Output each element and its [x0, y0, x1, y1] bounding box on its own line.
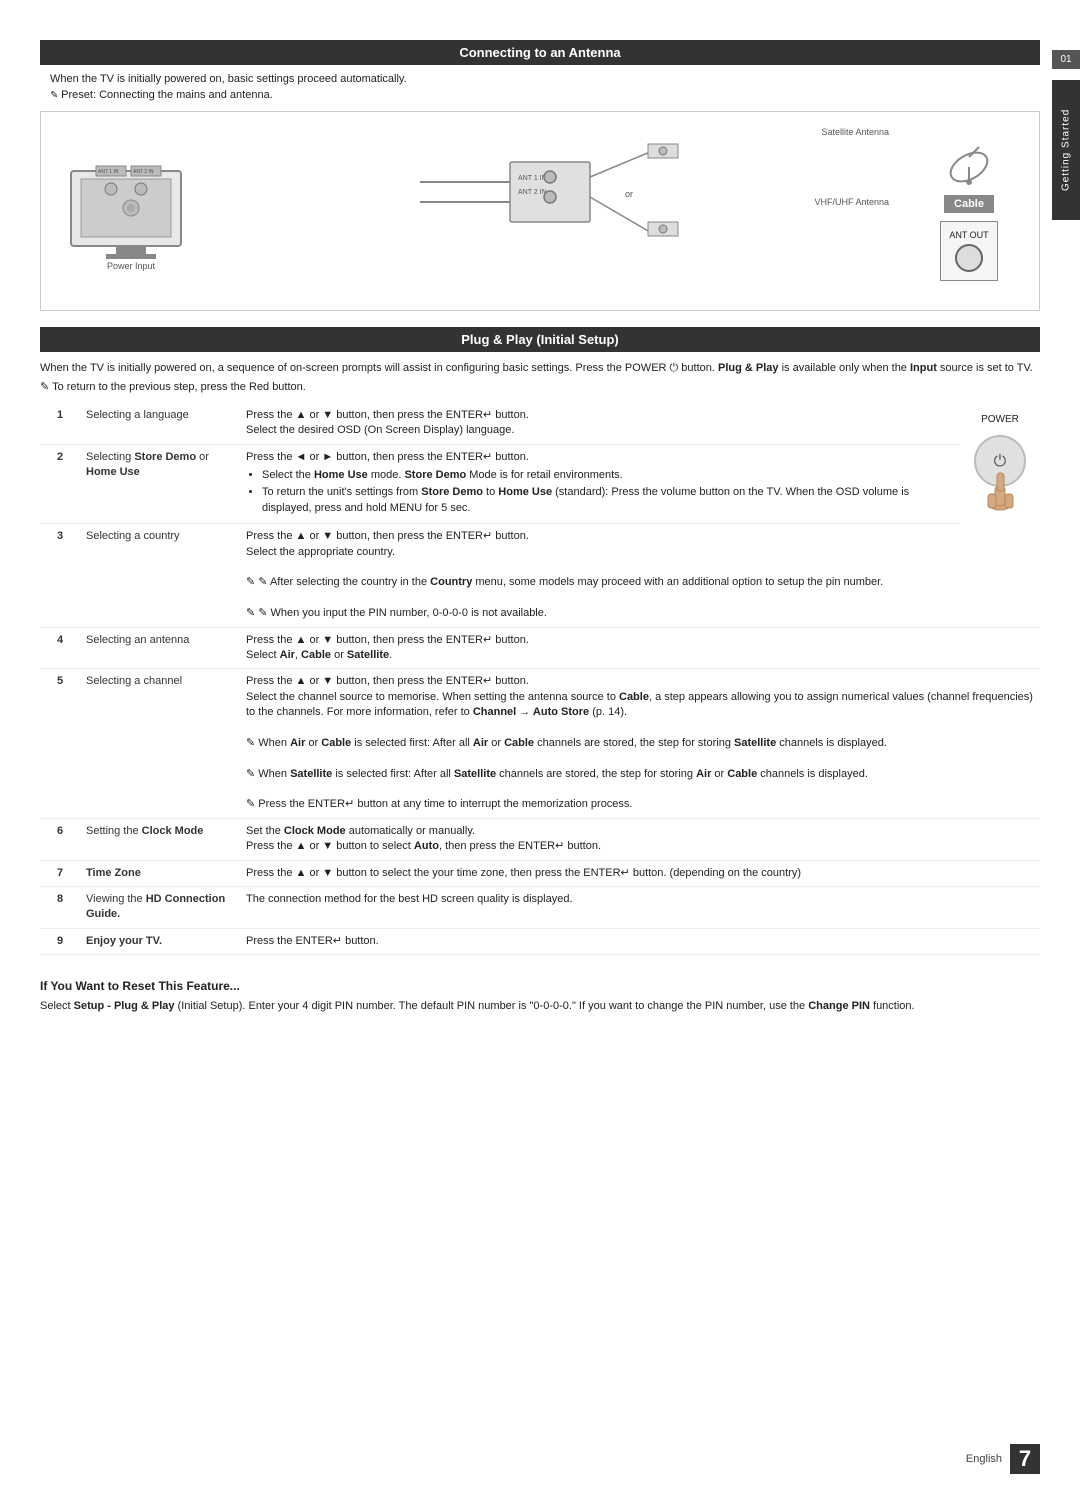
step-row-1: 1 Selecting a language Press the ▲ or ▼ …: [40, 403, 1040, 444]
step-desc-4: Press the ▲ or ▼ button, then press the …: [240, 627, 1040, 669]
step-num-4: 4: [40, 627, 80, 669]
step-row-3: 3 Selecting a country Press the ▲ or ▼ b…: [40, 524, 1040, 627]
steps-table: 1 Selecting a language Press the ▲ or ▼ …: [40, 403, 1040, 955]
step-num-2: 2: [40, 444, 80, 524]
ant-out-box: ANT OUT: [940, 221, 997, 281]
step-label-9: Enjoy your TV.: [80, 928, 240, 954]
antenna-diagram: ANT 1 IN ANT 2 IN Power Input ANT 1 IN A…: [40, 111, 1040, 311]
footer: English 7: [966, 1444, 1040, 1474]
power-input-label: Power Input: [107, 261, 155, 271]
step-label-5: Selecting a channel: [80, 669, 240, 819]
step-row-7: 7 Time Zone Press the ▲ or ▼ button to s…: [40, 860, 1040, 886]
svg-text:ANT 2 IN: ANT 2 IN: [133, 169, 154, 175]
svg-text:⏻: ⏻: [993, 453, 1006, 470]
power-label: POWER: [966, 413, 1034, 427]
step-num-6: 6: [40, 818, 80, 860]
step-label-4: Selecting an antenna: [80, 627, 240, 669]
reset-section: If You Want to Reset This Feature... Sel…: [40, 979, 1040, 1015]
plug-play-header: Plug & Play (Initial Setup): [40, 327, 1040, 352]
step-desc-5: Press the ▲ or ▼ button, then press the …: [240, 669, 1040, 819]
vhf-label: VHF/UHF Antenna: [814, 197, 889, 207]
svg-text:ANT 1 IN: ANT 1 IN: [98, 169, 119, 175]
footer-page: 7: [1010, 1444, 1040, 1474]
step-num-7: 7: [40, 860, 80, 886]
step-num-3: 3: [40, 524, 80, 627]
step-desc-7: Press the ▲ or ▼ button to select the yo…: [240, 860, 1040, 886]
step-desc-9: Press the ENTER↵ button.: [240, 928, 1040, 954]
plug-play-intro: When the TV is initially powered on, a s…: [40, 360, 1040, 377]
step-num-9: 9: [40, 928, 80, 954]
step-label-8: Viewing the HD Connection Guide.: [80, 887, 240, 929]
side-tab-number: 01: [1052, 50, 1080, 69]
step-desc-2: Press the ◄ or ► button, then press the …: [240, 444, 960, 524]
power-hand-cell: POWER ⏻: [960, 403, 1040, 627]
page-wrapper: Getting Started 01 Connecting to an Ante…: [0, 0, 1080, 1494]
step-row-5: 5 Selecting a channel Press the ▲ or ▼ b…: [40, 669, 1040, 819]
step-label-1: Selecting a language: [80, 403, 240, 444]
step-row-2: 2 Selecting Store Demo or Home Use Press…: [40, 444, 1040, 524]
wiring-area: ANT 1 IN ANT 2 IN or Satellite Antenna V…: [201, 122, 919, 300]
svg-text:ANT 1 IN: ANT 1 IN: [518, 175, 547, 182]
step-desc-1: Press the ▲ or ▼ button, then press the …: [240, 403, 960, 444]
step-row-9: 9 Enjoy your TV. Press the ENTER↵ button…: [40, 928, 1040, 954]
side-tab-label: Getting Started: [1052, 80, 1080, 220]
step-row-6: 6 Setting the Clock Mode Set the Clock M…: [40, 818, 1040, 860]
step-row-8: 8 Viewing the HD Connection Guide. The c…: [40, 887, 1040, 929]
ant-out-port: [955, 244, 983, 272]
step-label-7: Time Zone: [80, 860, 240, 886]
antenna-section-header: Connecting to an Antenna: [40, 40, 1040, 65]
tv-illustration: ANT 1 IN ANT 2 IN Power Input: [61, 151, 201, 271]
ant-out-label: ANT OUT: [949, 230, 988, 240]
steps-wrapper: 1 Selecting a language Press the ▲ or ▼ …: [40, 403, 1040, 967]
step-desc-3: Press the ▲ or ▼ button, then press the …: [240, 524, 960, 627]
cable-label: Cable: [944, 195, 994, 213]
satellite-label: Satellite Antenna: [821, 127, 889, 137]
antenna-note: Preset: Connecting the mains and antenna…: [50, 89, 1040, 101]
step-label-2: Selecting Store Demo or Home Use: [80, 444, 240, 524]
svg-text:or: or: [625, 189, 633, 199]
step-desc-6: Set the Clock Mode automatically or manu…: [240, 818, 1040, 860]
plug-play-section: Plug & Play (Initial Setup) When the TV …: [40, 327, 1040, 967]
step-num-5: 5: [40, 669, 80, 819]
step-label-6: Setting the Clock Mode: [80, 818, 240, 860]
reset-title: If You Want to Reset This Feature...: [40, 979, 1040, 993]
step-num-8: 8: [40, 887, 80, 929]
plug-play-note: ✎ To return to the previous step, press …: [40, 380, 1040, 395]
footer-lang: English: [966, 1453, 1002, 1465]
step-row-4: 4 Selecting an antenna Press the ▲ or ▼ …: [40, 627, 1040, 669]
step-desc-8: The connection method for the best HD sc…: [240, 887, 1040, 929]
step-label-3: Selecting a country: [80, 524, 240, 627]
cable-section: Cable ANT OUT: [919, 142, 1019, 281]
svg-text:ANT 2 IN: ANT 2 IN: [518, 189, 547, 196]
antenna-intro: When the TV is initially powered on, bas…: [50, 73, 1040, 85]
reset-text: Select Setup - Plug & Play (Initial Setu…: [40, 998, 1040, 1015]
step-num-1: 1: [40, 403, 80, 444]
